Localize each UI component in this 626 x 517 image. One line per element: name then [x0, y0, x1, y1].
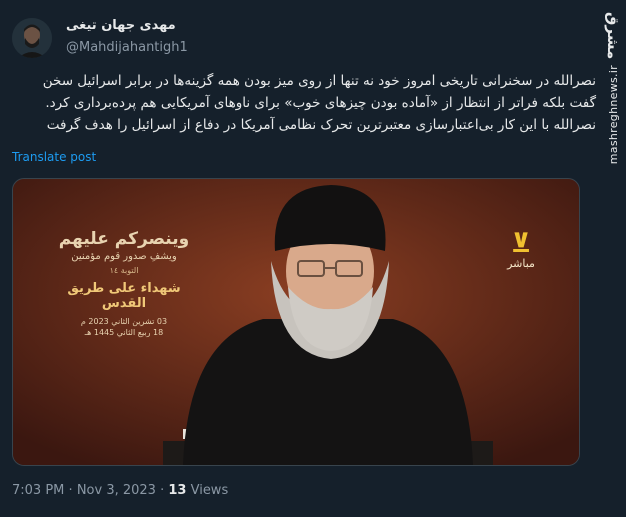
channel-logo-icon: ⊻ — [510, 229, 532, 259]
meta-separator: · — [68, 483, 73, 498]
tweet-media[interactable]: وينصركم عليهم ويشفِ صدور قوم مؤمنين التو… — [12, 178, 580, 466]
banner-reference: التوبة ١٤ — [109, 266, 139, 275]
live-label: مباشر — [507, 257, 535, 270]
watermark-logo: مشرق — [604, 12, 622, 60]
translate-post-link[interactable]: Translate post — [12, 150, 96, 164]
post-date[interactable]: Nov 3, 2023 — [77, 483, 156, 498]
views-label: Views — [190, 483, 229, 498]
broadcast-banner: وينصركم عليهم ويشفِ صدور قوم مؤمنين التو… — [49, 229, 199, 337]
watermark-site: mashreghnews.ir — [606, 65, 620, 165]
banner-date-gregorian: 03 تشرين الثاني 2023 م — [80, 317, 168, 326]
post-time[interactable]: 7:03 PM — [12, 483, 64, 498]
avatar[interactable] — [12, 18, 52, 58]
banner-event-title: شهداء على طريق القدس — [67, 281, 181, 311]
banner-date-hijri: 18 ربيع الثاني 1445 هـ — [84, 328, 164, 337]
views-count: 13 — [168, 483, 187, 498]
tweet-line: نصرالله با این کار بی‌اعتبارسازی معتبرتر… — [46, 117, 596, 133]
tweet-meta: 7:03 PM · Nov 3, 2023 · 13 Views — [12, 483, 228, 498]
tweet-line: نصرالله در سخنرانی تاریخی امروز خود نه ت… — [42, 73, 596, 89]
watermark: مشرق mashreghnews.ir — [600, 0, 626, 517]
author-handle[interactable]: @Mahdijahantigh1 — [66, 40, 188, 55]
banner-verse: وينصركم عليهم — [58, 229, 190, 249]
banner-verse-continued: ويشفِ صدور قوم مؤمنين — [71, 251, 177, 262]
meta-separator: · — [160, 483, 165, 498]
tweet-line: گفت بلکه فراتر از انتظار از «آماده بودن … — [45, 95, 596, 111]
channel-live-badge: ⊻ مباشر — [499, 231, 543, 270]
author-display-name[interactable]: مهدی جهان تیغی — [66, 18, 176, 33]
tweet-text: نصرالله در سخنرانی تاریخی امروز خود نه ت… — [12, 70, 596, 136]
